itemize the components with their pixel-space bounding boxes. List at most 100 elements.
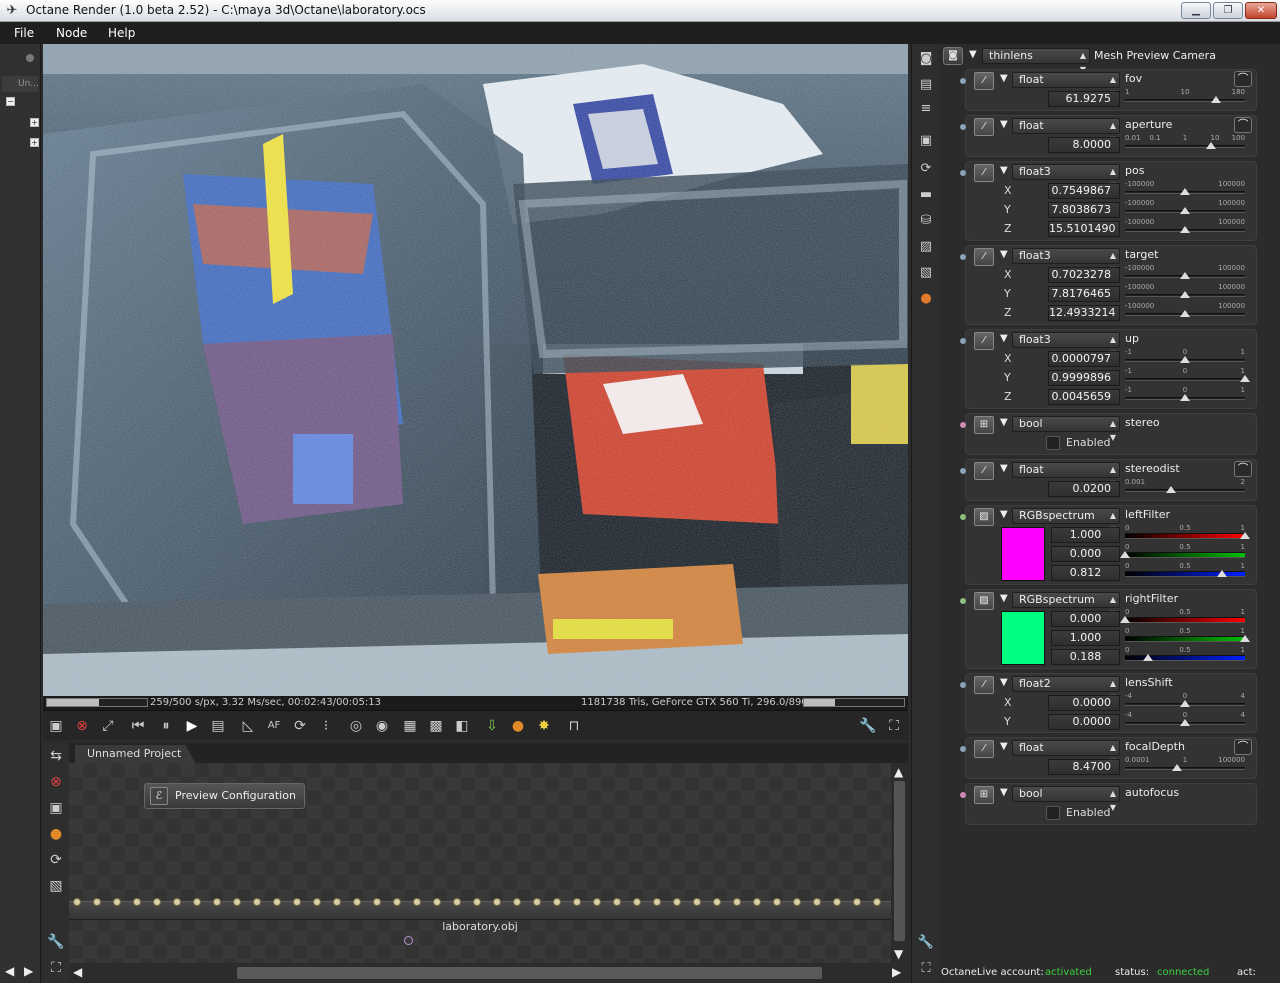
scroll-right-icon[interactable]: ▶ bbox=[892, 965, 901, 979]
mesh-node-input-pin[interactable] bbox=[653, 898, 661, 906]
slider-knob[interactable] bbox=[1180, 291, 1190, 298]
imager-icon[interactable]: ▬ bbox=[917, 186, 935, 204]
slider-track[interactable] bbox=[1125, 489, 1245, 492]
fit-view-icon[interactable]: ⤢ bbox=[97, 715, 119, 737]
param-slider[interactable]: 0 0.5 1 bbox=[1125, 646, 1245, 664]
param-pin-dot[interactable] bbox=[960, 682, 966, 688]
slider-track[interactable] bbox=[1125, 636, 1245, 642]
mesh-node-input-pin[interactable] bbox=[633, 898, 641, 906]
mesh-node-input-pin[interactable] bbox=[293, 898, 301, 906]
collapse-triangle-icon[interactable]: ▼ bbox=[1000, 787, 1008, 798]
param-value-field[interactable]: 1.000 bbox=[1051, 630, 1120, 646]
param-node-type-icon[interactable]: ⁄ bbox=[974, 72, 994, 90]
mesh-node-input-pin[interactable] bbox=[113, 898, 121, 906]
mesh-node-input-pin[interactable] bbox=[313, 898, 321, 906]
slider-knob[interactable] bbox=[1180, 356, 1190, 363]
settings-wrench-icon[interactable]: 🔧 bbox=[857, 715, 879, 737]
graph-material-icon[interactable]: ● bbox=[45, 823, 67, 845]
param-slider[interactable]: -1 0 1 bbox=[1125, 386, 1245, 404]
inspector-fullscreen-icon[interactable]: ⛶ bbox=[917, 960, 935, 978]
graph-image-icon[interactable]: ▧ bbox=[45, 875, 67, 897]
slider-knob[interactable] bbox=[1165, 486, 1176, 493]
param-value-field[interactable]: 0.0045659 bbox=[1048, 389, 1120, 405]
mesh-node-input-pin[interactable] bbox=[613, 898, 621, 906]
param-pin-dot[interactable] bbox=[960, 124, 966, 130]
graph-save-icon[interactable]: ▣ bbox=[45, 797, 67, 819]
vscroll-thumb[interactable] bbox=[894, 781, 905, 941]
param-checkbox[interactable] bbox=[1046, 806, 1060, 820]
mesh-node-input-pin[interactable] bbox=[433, 898, 441, 906]
mesh-node-input-pin[interactable] bbox=[233, 898, 241, 906]
tab-unnamed-project[interactable]: Unnamed Project bbox=[75, 745, 196, 763]
param-node-type-icon[interactable]: ⁄ bbox=[974, 740, 994, 758]
light-icon[interactable]: ✸ bbox=[533, 715, 555, 737]
param-type-select[interactable]: float▲▼ bbox=[1012, 118, 1120, 144]
slider-knob[interactable] bbox=[1240, 635, 1250, 642]
mesh-node-input-pin[interactable] bbox=[733, 898, 741, 906]
param-pin-dot[interactable] bbox=[960, 746, 966, 752]
slider-track[interactable] bbox=[1125, 552, 1245, 558]
color-swatch[interactable] bbox=[1001, 611, 1045, 665]
collapse-triangle-icon[interactable]: ▼ bbox=[1000, 417, 1008, 428]
slider-knob[interactable] bbox=[1180, 207, 1190, 214]
mesh-node-input-pin[interactable] bbox=[593, 898, 601, 906]
mesh-node-input-pin[interactable] bbox=[253, 898, 261, 906]
environment-icon[interactable]: ▣ bbox=[917, 132, 935, 150]
tree-expand-icon[interactable]: + bbox=[30, 118, 39, 127]
param-value-field[interactable]: 0.0000797 bbox=[1048, 351, 1120, 367]
close-button[interactable]: ✕ bbox=[1245, 2, 1277, 19]
camera-type-icon[interactable]: ◙ bbox=[943, 47, 963, 65]
slider-knob[interactable] bbox=[1240, 532, 1250, 539]
mesh-node-input-pin[interactable] bbox=[453, 898, 461, 906]
param-value-field[interactable]: 0.0000 bbox=[1048, 695, 1120, 711]
param-type-select[interactable]: float▲▼ bbox=[1012, 462, 1120, 488]
param-slider[interactable]: -100000 100000 bbox=[1125, 283, 1245, 301]
param-slider[interactable]: 0.01 0.1 1 10 100 bbox=[1125, 134, 1245, 152]
param-slider[interactable]: -100000 100000 bbox=[1125, 218, 1245, 236]
mesh-node-input-pin[interactable] bbox=[833, 898, 841, 906]
slider-knob[interactable] bbox=[1211, 96, 1222, 103]
node-editor-hscroll[interactable]: ◀ ▶ bbox=[69, 963, 908, 983]
mesh-node-input-pin[interactable] bbox=[153, 898, 161, 906]
param-value-field[interactable]: 0.188 bbox=[1051, 649, 1120, 665]
param-value-field[interactable]: 15.5101490 bbox=[1048, 221, 1120, 237]
param-pin-dot[interactable] bbox=[960, 170, 966, 176]
collapse-triangle-icon[interactable]: ▼ bbox=[1000, 333, 1008, 344]
scroll-left-icon[interactable]: ◀ bbox=[73, 965, 82, 979]
param-value-field[interactable]: 0.7023278 bbox=[1048, 267, 1120, 283]
lock-icon[interactable]: ⊓ bbox=[563, 715, 585, 737]
param-slider[interactable]: 0 0.5 1 bbox=[1125, 562, 1245, 580]
slider-curve-icon[interactable]: ⌒ bbox=[1234, 461, 1252, 477]
param-pin-dot[interactable] bbox=[960, 338, 966, 344]
pause-render-icon[interactable]: ⏸ bbox=[155, 715, 177, 737]
mesh-node-output-pin[interactable] bbox=[404, 936, 413, 945]
param-node-type-icon[interactable]: ⁄ bbox=[974, 248, 994, 266]
param-type-select[interactable]: bool ▲ ▼ bbox=[1012, 416, 1120, 442]
param-value-field[interactable]: 0.812 bbox=[1051, 565, 1120, 581]
alpha-icon[interactable]: ◧ bbox=[451, 715, 473, 737]
param-checkbox[interactable] bbox=[1046, 436, 1060, 450]
save-render-icon[interactable]: ▣ bbox=[45, 715, 67, 737]
mesh-node-input-pin[interactable] bbox=[273, 898, 281, 906]
slider-knob[interactable] bbox=[1120, 616, 1130, 623]
param-node-type-icon[interactable]: ▨ bbox=[974, 508, 994, 526]
node-editor-vscroll[interactable]: ▲ ▼ bbox=[891, 763, 908, 963]
slider-knob[interactable] bbox=[1180, 272, 1190, 279]
slider-curve-icon[interactable]: ⌒ bbox=[1234, 117, 1252, 133]
collapse-triangle-icon[interactable]: ▼ bbox=[1000, 509, 1008, 520]
pick-material-icon[interactable]: ⁝ bbox=[315, 715, 337, 737]
hscroll-thumb[interactable] bbox=[237, 967, 822, 979]
kernel-icon[interactable]: ≡ bbox=[917, 100, 935, 118]
param-slider[interactable]: -4 0 4 bbox=[1125, 692, 1245, 710]
slider-knob[interactable] bbox=[1180, 188, 1190, 195]
slider-knob[interactable] bbox=[1240, 375, 1250, 382]
inspector-wrench-icon[interactable]: 🔧 bbox=[917, 934, 935, 952]
scroll-down-icon[interactable]: ▼ bbox=[894, 947, 903, 961]
param-type-select[interactable]: float3▲▼ bbox=[1012, 164, 1120, 190]
param-value-field[interactable]: 0.9999896 bbox=[1048, 370, 1120, 386]
start-render-icon[interactable]: ▶ bbox=[181, 715, 203, 737]
mesh-node-input-pin[interactable] bbox=[93, 898, 101, 906]
import-icon[interactable]: ⇩ bbox=[481, 715, 503, 737]
collapse-triangle-icon[interactable]: ▼ bbox=[1000, 677, 1008, 688]
mesh-node-input-pin[interactable] bbox=[673, 898, 681, 906]
